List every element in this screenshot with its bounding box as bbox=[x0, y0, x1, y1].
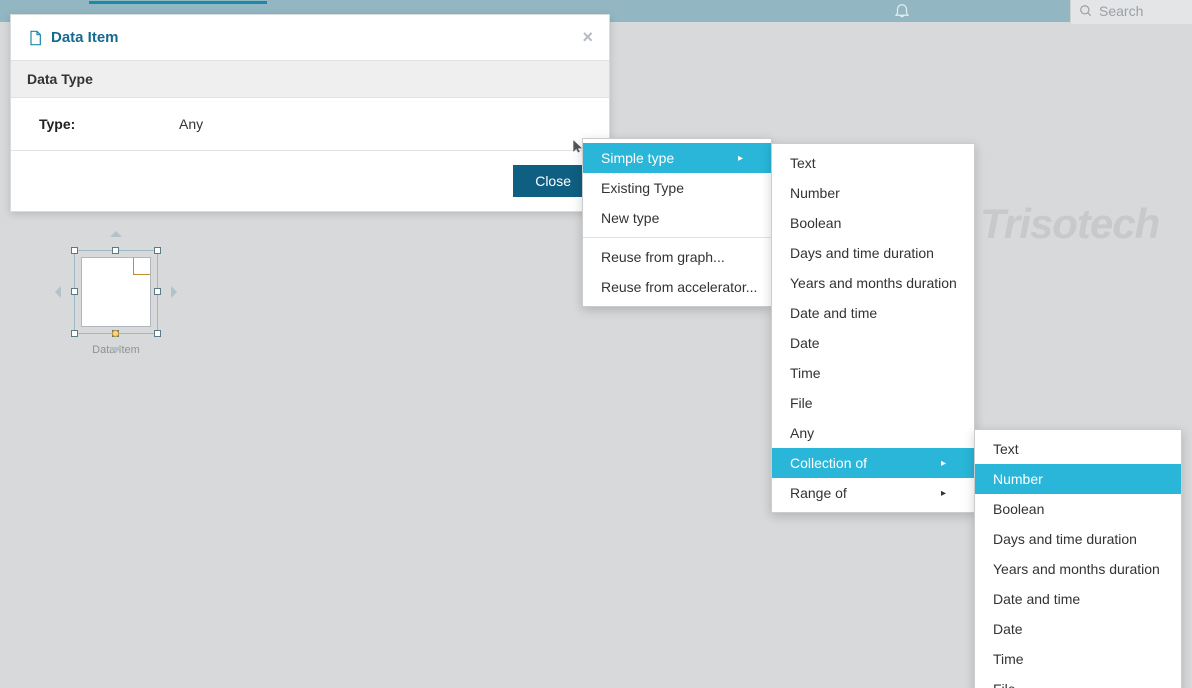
canvas-selected-shape[interactable]: Data Item bbox=[72, 250, 160, 356]
menu-item[interactable]: Reuse from accelerator... bbox=[583, 272, 771, 302]
section-header: Data Type bbox=[11, 60, 609, 98]
dialog-close-x[interactable]: × bbox=[582, 27, 593, 48]
context-menu-collection-of: TextNumberBooleanDays and time durationY… bbox=[974, 429, 1182, 688]
menu-item[interactable]: Date bbox=[772, 328, 974, 358]
document-icon bbox=[27, 29, 43, 47]
menu-item[interactable]: Date bbox=[975, 614, 1181, 644]
menu-item[interactable]: Date and time bbox=[772, 298, 974, 328]
type-row: Type: Any bbox=[11, 98, 609, 150]
active-tab-indicator bbox=[89, 1, 267, 4]
menu-item[interactable]: Number bbox=[772, 178, 974, 208]
type-value[interactable]: Any bbox=[179, 116, 581, 132]
context-menu-type: Simple typeExisting TypeNew type Reuse fr… bbox=[582, 138, 772, 307]
menu-item[interactable]: Number bbox=[975, 464, 1181, 494]
dialog-title: Data Item bbox=[51, 29, 119, 46]
menu-item[interactable]: File bbox=[975, 674, 1181, 688]
menu-item[interactable]: Simple type bbox=[583, 143, 771, 173]
menu-item[interactable]: Boolean bbox=[772, 208, 974, 238]
menu-item[interactable]: Date and time bbox=[975, 584, 1181, 614]
context-menu-simple-type: TextNumberBooleanDays and time durationY… bbox=[771, 143, 975, 513]
bell-icon[interactable] bbox=[893, 1, 911, 24]
menu-item[interactable]: Years and months duration bbox=[772, 268, 974, 298]
menu-item[interactable]: Collection of bbox=[772, 448, 974, 478]
menu-item[interactable]: Days and time duration bbox=[772, 238, 974, 268]
menu-item[interactable]: New type bbox=[583, 203, 771, 233]
type-label: Type: bbox=[39, 116, 179, 132]
watermark-text: Trisotech bbox=[980, 200, 1159, 248]
dialog-header: Data Item × bbox=[11, 15, 609, 60]
menu-item[interactable]: Text bbox=[975, 434, 1181, 464]
menu-item[interactable]: Boolean bbox=[975, 494, 1181, 524]
search-box[interactable] bbox=[1070, 0, 1192, 24]
menu-item[interactable]: Reuse from graph... bbox=[583, 242, 771, 272]
data-item-dialog: Data Item × Data Type Type: Any Close bbox=[10, 14, 610, 212]
menu-item[interactable]: File bbox=[772, 388, 974, 418]
dialog-footer: Close bbox=[11, 150, 609, 211]
menu-item[interactable]: Range of bbox=[772, 478, 974, 508]
search-icon bbox=[1079, 4, 1093, 18]
menu-item[interactable]: Time bbox=[975, 644, 1181, 674]
menu-item[interactable]: Years and months duration bbox=[975, 554, 1181, 584]
menu-divider bbox=[583, 237, 771, 238]
search-input[interactable] bbox=[1099, 3, 1179, 19]
menu-item[interactable]: Existing Type bbox=[583, 173, 771, 203]
menu-item[interactable]: Any bbox=[772, 418, 974, 448]
menu-item[interactable]: Text bbox=[772, 148, 974, 178]
menu-item[interactable]: Time bbox=[772, 358, 974, 388]
menu-item[interactable]: Days and time duration bbox=[975, 524, 1181, 554]
